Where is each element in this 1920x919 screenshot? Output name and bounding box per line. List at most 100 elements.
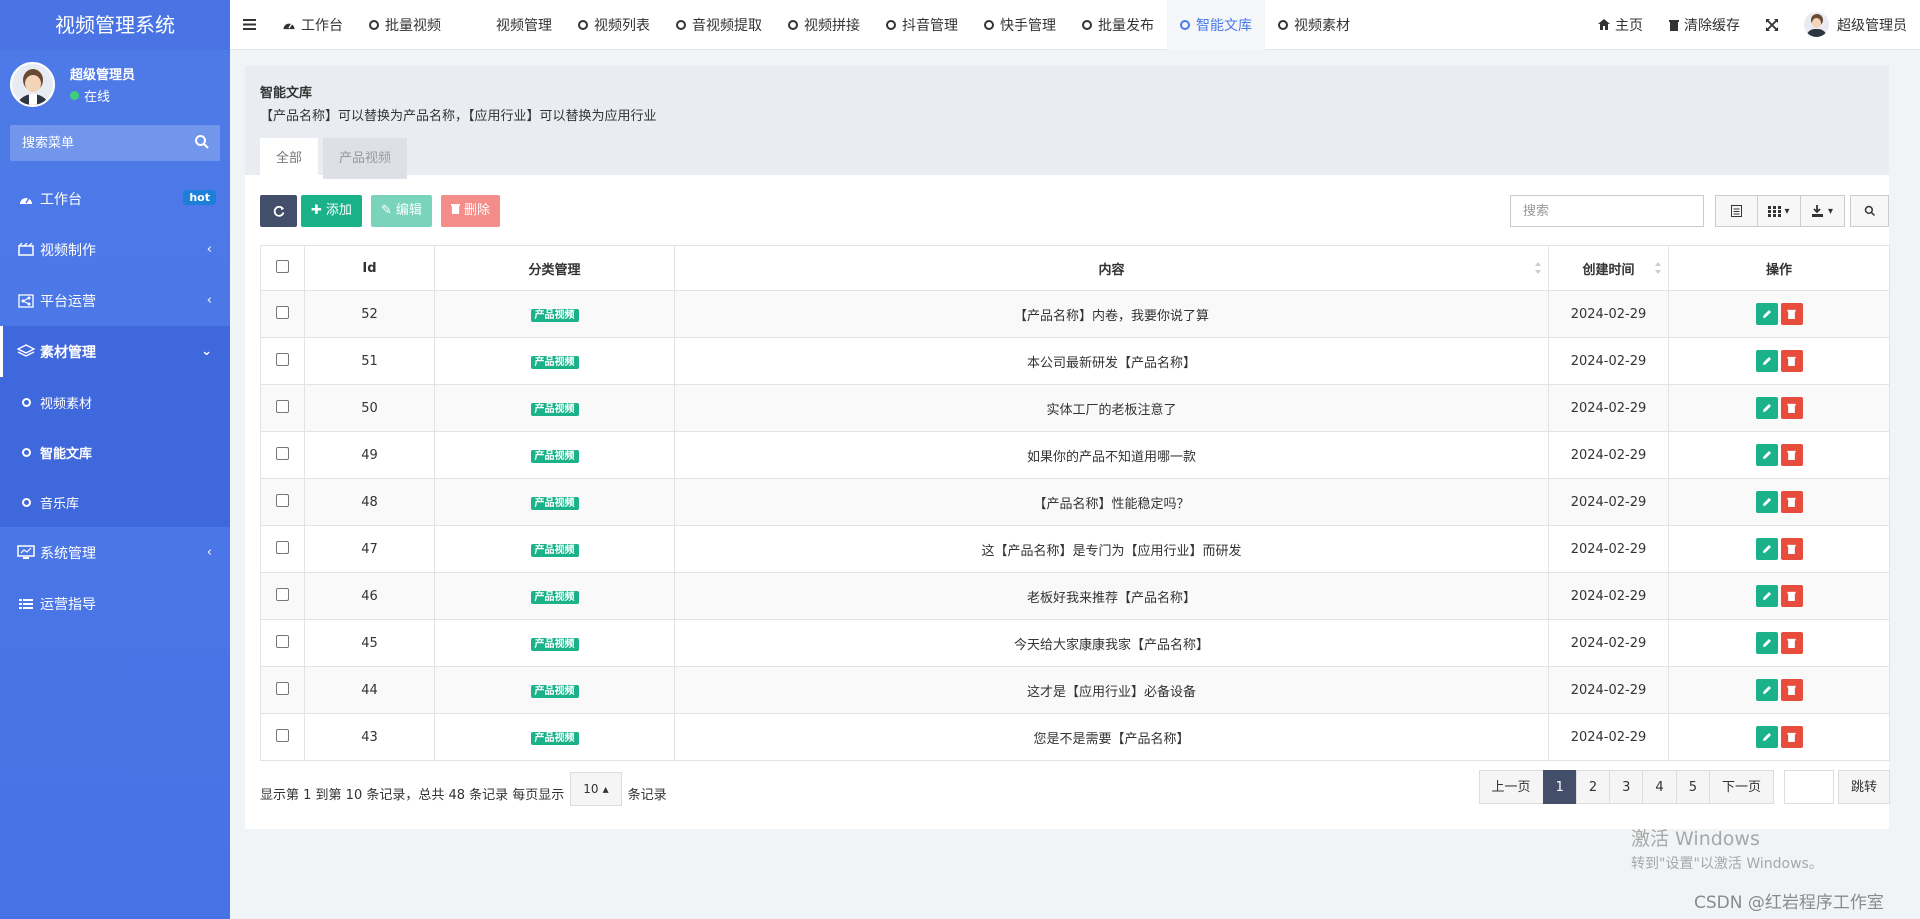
- row-delete-button[interactable]: [1780, 303, 1803, 325]
- row-delete-button[interactable]: [1780, 350, 1803, 372]
- jump-page-input[interactable]: [1783, 770, 1834, 804]
- menu-toggle-button[interactable]: [230, 0, 269, 50]
- row-edit-button[interactable]: [1755, 350, 1778, 372]
- row-date: 2024-02-29: [1548, 290, 1669, 338]
- tab-video-list[interactable]: 视频列表: [565, 0, 663, 50]
- row-checkbox[interactable]: [276, 399, 289, 413]
- row-edit-button[interactable]: [1755, 538, 1778, 560]
- sidebar-item-dashboard[interactable]: 工作台 hot: [0, 173, 230, 224]
- table-row[interactable]: 48 产品视频 【产品名称】性能稳定吗？ 2024-02-29: [260, 478, 1890, 526]
- search-icon[interactable]: [194, 134, 210, 150]
- row-checkbox[interactable]: [276, 493, 289, 507]
- table-row[interactable]: 44 产品视频 这才是【应用行业】必备设备 2024-02-29: [260, 666, 1890, 714]
- row-delete-button[interactable]: [1780, 444, 1803, 466]
- page-button-1[interactable]: 1: [1542, 770, 1577, 804]
- toggle-view-button[interactable]: [1715, 195, 1758, 227]
- prev-page-button[interactable]: 上一页: [1478, 770, 1544, 804]
- row-checkbox[interactable]: [276, 681, 289, 695]
- row-id: 50: [304, 384, 435, 432]
- refresh-button[interactable]: [260, 195, 297, 227]
- tab-batch-publish[interactable]: 批量发布: [1069, 0, 1167, 50]
- trash-icon: [1787, 591, 1796, 601]
- user-menu[interactable]: 超级管理员: [1791, 0, 1920, 50]
- page-button-4[interactable]: 4: [1642, 770, 1677, 804]
- col-content[interactable]: 内容: [674, 245, 1549, 291]
- row-delete-button[interactable]: [1780, 538, 1803, 560]
- pagination-info: 显示第 1 到第 10 条记录，总共 48 条记录 每页显示 10 ▴ 条记录: [260, 772, 667, 806]
- tab-douyin[interactable]: 抖音管理: [873, 0, 971, 50]
- select-all-checkbox[interactable]: [276, 259, 289, 273]
- tab-video-splice[interactable]: 视频拼接: [775, 0, 873, 50]
- tab-batch-video[interactable]: 批量视频: [356, 0, 454, 50]
- columns-button[interactable]: ▾: [1757, 195, 1801, 227]
- sidebar-item-system[interactable]: 系统管理 ‹: [0, 527, 230, 578]
- tab-av-extract[interactable]: 音视频提取: [663, 0, 775, 50]
- home-link[interactable]: 主页: [1585, 0, 1656, 50]
- row-edit-button[interactable]: [1755, 726, 1778, 748]
- table-row[interactable]: 43 产品视频 您是不是需要【产品名称】 2024-02-29: [260, 713, 1890, 761]
- tab-dashboard[interactable]: 工作台: [269, 0, 356, 50]
- row-checkbox[interactable]: [276, 634, 289, 648]
- row-checkbox[interactable]: [276, 305, 289, 319]
- row-edit-button[interactable]: [1755, 679, 1778, 701]
- clear-cache-button[interactable]: 清除缓存: [1656, 0, 1753, 50]
- page-size-select[interactable]: 10 ▴: [570, 772, 622, 806]
- table-row[interactable]: 49 产品视频 如果你的产品不知道用哪一款 2024-02-29: [260, 431, 1890, 479]
- next-page-button[interactable]: 下一页: [1708, 770, 1774, 804]
- tab-video-management[interactable]: 视频管理: [454, 0, 565, 50]
- fullscreen-button[interactable]: [1753, 0, 1791, 50]
- tab-all[interactable]: 全部: [260, 138, 319, 179]
- export-button[interactable]: ▾: [1800, 195, 1845, 227]
- edit-button[interactable]: ✎ 编辑: [371, 195, 432, 227]
- sidebar-subitem-music-library[interactable]: 音乐库: [0, 477, 230, 527]
- trash-icon: [1787, 497, 1796, 507]
- advanced-search-button[interactable]: [1850, 195, 1889, 227]
- sidebar-subitem-smart-library[interactable]: 智能文库: [0, 427, 230, 477]
- row-checkbox[interactable]: [276, 587, 289, 601]
- row-select-cell: [260, 572, 305, 620]
- row-delete-button[interactable]: [1780, 726, 1803, 748]
- menu-search-input[interactable]: [10, 125, 220, 161]
- table-row[interactable]: 47 产品视频 这【产品名称】是专门为【应用行业】而研发 2024-02-29: [260, 525, 1890, 573]
- row-edit-button[interactable]: [1755, 491, 1778, 513]
- row-edit-button[interactable]: [1755, 303, 1778, 325]
- table-row[interactable]: 51 产品视频 本公司最新研发【产品名称】 2024-02-29: [260, 337, 1890, 385]
- sidebar-item-materials[interactable]: 素材管理 ⌄: [0, 326, 230, 377]
- row-edit-button[interactable]: [1755, 397, 1778, 419]
- row-delete-button[interactable]: [1780, 491, 1803, 513]
- row-checkbox[interactable]: [276, 728, 289, 742]
- row-delete-button[interactable]: [1780, 679, 1803, 701]
- tab-video-materials[interactable]: 视频素材: [1265, 0, 1363, 50]
- add-button[interactable]: ✚ 添加: [301, 195, 362, 227]
- tab-kuaishou[interactable]: 快手管理: [971, 0, 1069, 50]
- page-button-2[interactable]: 2: [1575, 770, 1611, 804]
- row-delete-button[interactable]: [1780, 585, 1803, 607]
- row-delete-button[interactable]: [1780, 632, 1803, 654]
- jump-button[interactable]: 跳转: [1837, 770, 1890, 804]
- sidebar-item-video-production[interactable]: 视频制作 ‹: [0, 224, 230, 275]
- row-checkbox[interactable]: [276, 446, 289, 460]
- table-row[interactable]: 45 产品视频 今天给大家康康我家【产品名称】 2024-02-29: [260, 619, 1890, 667]
- sidebar-item-platform-ops[interactable]: 平台运营 ‹: [0, 275, 230, 326]
- table-row[interactable]: 50 产品视频 实体工厂的老板注意了 2024-02-29: [260, 384, 1890, 432]
- delete-button[interactable]: 删除: [441, 195, 501, 227]
- row-edit-button[interactable]: [1755, 585, 1778, 607]
- row-delete-button[interactable]: [1780, 397, 1803, 419]
- tab-product-video[interactable]: 产品视频: [323, 138, 408, 179]
- row-edit-button[interactable]: [1755, 632, 1778, 654]
- row-edit-button[interactable]: [1755, 444, 1778, 466]
- table-row[interactable]: 46 产品视频 老板好我来推荐【产品名称】 2024-02-29: [260, 572, 1890, 620]
- sidebar-subitem-video-materials[interactable]: 视频素材: [0, 377, 230, 427]
- table-row[interactable]: 52 产品视频 【产品名称】内卷，我要你说了算 2024-02-29: [260, 290, 1890, 338]
- col-created[interactable]: 创建时间: [1548, 245, 1669, 291]
- col-id[interactable]: Id: [304, 245, 435, 291]
- tab-smart-library[interactable]: 智能文库: [1167, 0, 1265, 50]
- row-checkbox[interactable]: [276, 352, 289, 366]
- trash-icon: [451, 195, 460, 227]
- page-button-5[interactable]: 5: [1675, 770, 1710, 804]
- row-checkbox[interactable]: [276, 540, 289, 554]
- pencil-icon: ✎: [381, 203, 392, 218]
- page-button-3[interactable]: 3: [1609, 770, 1644, 804]
- sidebar-item-ops-guide[interactable]: 运营指导: [0, 578, 230, 629]
- table-search-input[interactable]: [1510, 195, 1704, 227]
